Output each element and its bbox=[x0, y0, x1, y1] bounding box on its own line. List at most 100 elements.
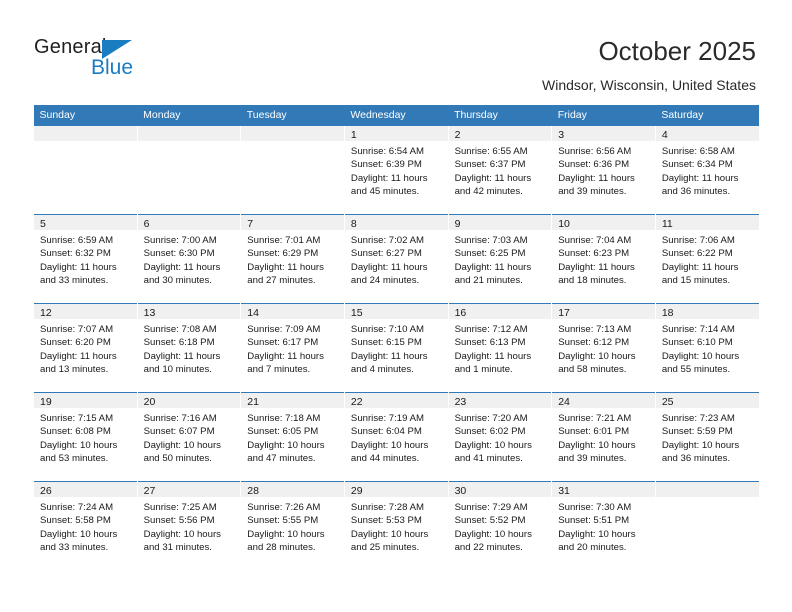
daylight-text: Daylight: 10 hours and 50 minutes. bbox=[143, 439, 221, 465]
sunrise-text: Sunrise: 7:04 AM bbox=[558, 235, 632, 246]
day-number: 24 bbox=[552, 393, 655, 408]
calendar-day-cell[interactable]: 7 Sunrise: 7:01 AM Sunset: 6:29 PM Daylight… bbox=[240, 214, 345, 304]
calendar-day-cell[interactable]: 25 Sunrise: 7:23 AM Sunset: 5:59 PM Dayligh… bbox=[654, 392, 759, 482]
calendar-day-cell[interactable]: 26 Sunrise: 7:24 AM Sunset: 5:58 PM Dayligh… bbox=[33, 481, 138, 571]
calendar-day-cell[interactable]: 14 Sunrise: 7:09 AM Sunset: 6:17 PM Dayligh… bbox=[240, 303, 345, 393]
calendar-day-cell[interactable]: 9 Sunrise: 7:03 AM Sunset: 6:25 PM Daylight… bbox=[447, 214, 552, 304]
sunrise-text: Sunrise: 7:09 AM bbox=[247, 324, 321, 335]
calendar-day-cell[interactable]: 23 Sunrise: 7:20 AM Sunset: 6:02 PM Dayligh… bbox=[447, 392, 552, 482]
day-details: Sunrise: 7:01 AM Sunset: 6:29 PM Daylight:… bbox=[241, 230, 344, 288]
day-number: 19 bbox=[34, 393, 137, 408]
calendar-day-cell[interactable]: 1 Sunrise: 6:54 AM Sunset: 6:39 PM Daylight… bbox=[343, 125, 449, 215]
daylight-text: Daylight: 11 hours and 39 minutes. bbox=[558, 172, 635, 198]
sunset-text: Sunset: 6:23 PM bbox=[558, 248, 630, 260]
page-title: October 2025 bbox=[598, 36, 756, 66]
day-number: 4 bbox=[655, 126, 759, 141]
day-number: 9 bbox=[448, 215, 552, 230]
daylight-text: Daylight: 11 hours and 21 minutes. bbox=[454, 261, 532, 287]
calendar-day-cell[interactable]: 13 Sunrise: 7:08 AM Sunset: 6:18 PM Dayligh… bbox=[136, 303, 241, 393]
calendar-day-cell[interactable]: 21 Sunrise: 7:18 AM Sunset: 6:05 PM Dayligh… bbox=[240, 392, 345, 482]
sunrise-sunset-calendar: Sunday Monday Tuesday Wednesday Thursday… bbox=[33, 105, 759, 571]
day-number: 28 bbox=[241, 482, 344, 497]
day-details: Sunrise: 7:06 AM Sunset: 6:22 PM Daylight:… bbox=[656, 230, 759, 288]
day-number: 12 bbox=[34, 304, 137, 319]
calendar-week-row: 12 Sunrise: 7:07 AM Sunset: 6:20 PM Dayligh… bbox=[33, 303, 759, 393]
daylight-text: Daylight: 11 hours and 18 minutes. bbox=[558, 261, 635, 287]
calendar-day-cell[interactable]: 17 Sunrise: 7:13 AM Sunset: 6:12 PM Dayligh… bbox=[551, 303, 656, 393]
day-details: Sunrise: 7:29 AM Sunset: 5:52 PM Daylight:… bbox=[449, 497, 552, 555]
calendar-day-cell[interactable]: 5 Sunrise: 6:59 AM Sunset: 6:32 PM Daylight… bbox=[33, 214, 138, 304]
day-details: Sunrise: 7:00 AM Sunset: 6:30 PM Daylight:… bbox=[138, 230, 241, 288]
calendar-day-cell[interactable]: 20 Sunrise: 7:16 AM Sunset: 6:07 PM Dayligh… bbox=[136, 392, 241, 482]
day-details: Sunrise: 7:02 AM Sunset: 6:27 PM Daylight:… bbox=[345, 230, 448, 288]
calendar-day-cell[interactable]: 6 Sunrise: 7:00 AM Sunset: 6:30 PM Daylight… bbox=[136, 214, 241, 304]
sunset-text: Sunset: 5:58 PM bbox=[40, 515, 111, 527]
daylight-text: Daylight: 10 hours and 55 minutes. bbox=[661, 350, 740, 376]
sunset-text: Sunset: 6:30 PM bbox=[143, 248, 215, 260]
weekday-header-wednesday: Wednesday bbox=[344, 105, 449, 126]
day-number: 27 bbox=[137, 482, 241, 497]
day-details: Sunrise: 7:03 AM Sunset: 6:25 PM Daylight:… bbox=[449, 230, 552, 288]
day-number: 20 bbox=[137, 393, 241, 408]
calendar-day-cell[interactable]: 28 Sunrise: 7:26 AM Sunset: 5:55 PM Dayligh… bbox=[240, 481, 345, 571]
day-number: 13 bbox=[137, 304, 241, 319]
daylight-text: Daylight: 11 hours and 13 minutes. bbox=[40, 350, 117, 376]
day-number: 29 bbox=[344, 482, 448, 497]
sunset-text: Sunset: 5:56 PM bbox=[143, 515, 215, 527]
day-details: Sunrise: 7:25 AM Sunset: 5:56 PM Daylight:… bbox=[138, 497, 241, 555]
daylight-text: Daylight: 11 hours and 42 minutes. bbox=[454, 172, 532, 198]
calendar-day-cell[interactable]: 15 Sunrise: 7:10 AM Sunset: 6:15 PM Dayligh… bbox=[343, 303, 449, 393]
calendar-day-cell[interactable]: 19 Sunrise: 7:15 AM Sunset: 6:08 PM Dayligh… bbox=[33, 392, 138, 482]
day-details: Sunrise: 7:14 AM Sunset: 6:10 PM Daylight:… bbox=[656, 319, 759, 377]
daylight-text: Daylight: 11 hours and 1 minute. bbox=[454, 350, 532, 376]
calendar-day-cell-empty bbox=[654, 481, 759, 571]
day-number: 31 bbox=[552, 482, 655, 497]
daylight-text: Daylight: 10 hours and 47 minutes. bbox=[247, 439, 325, 465]
sunrise-text: Sunrise: 6:54 AM bbox=[350, 146, 424, 157]
calendar-day-cell[interactable]: 11 Sunrise: 7:06 AM Sunset: 6:22 PM Dayligh… bbox=[654, 214, 759, 304]
calendar-day-cell[interactable]: 22 Sunrise: 7:19 AM Sunset: 6:04 PM Dayligh… bbox=[343, 392, 449, 482]
calendar-day-cell[interactable]: 16 Sunrise: 7:12 AM Sunset: 6:13 PM Dayligh… bbox=[447, 303, 552, 393]
day-number: 8 bbox=[344, 215, 448, 230]
day-details: Sunrise: 7:23 AM Sunset: 5:59 PM Daylight:… bbox=[656, 408, 759, 466]
sunset-text: Sunset: 6:39 PM bbox=[350, 159, 422, 171]
calendar-day-cell[interactable]: 4 Sunrise: 6:58 AM Sunset: 6:34 PM Daylight… bbox=[654, 125, 759, 215]
calendar-day-cell[interactable]: 18 Sunrise: 7:14 AM Sunset: 6:10 PM Dayligh… bbox=[654, 303, 759, 393]
calendar-day-cell[interactable]: 10 Sunrise: 7:04 AM Sunset: 6:23 PM Dayligh… bbox=[551, 214, 656, 304]
sunset-text: Sunset: 6:37 PM bbox=[454, 159, 526, 171]
day-details: Sunrise: 6:59 AM Sunset: 6:32 PM Daylight:… bbox=[34, 230, 137, 288]
calendar-day-cell[interactable]: 30 Sunrise: 7:29 AM Sunset: 5:52 PM Dayligh… bbox=[447, 481, 552, 571]
calendar-day-cell[interactable]: 31 Sunrise: 7:30 AM Sunset: 5:51 PM Dayligh… bbox=[551, 481, 656, 571]
weekday-header-monday: Monday bbox=[137, 105, 241, 126]
calendar-day-cell[interactable]: 3 Sunrise: 6:56 AM Sunset: 6:36 PM Daylight… bbox=[551, 125, 656, 215]
weekday-header-thursday: Thursday bbox=[448, 105, 552, 126]
sunset-text: Sunset: 5:52 PM bbox=[454, 515, 526, 527]
day-number: 2 bbox=[448, 126, 552, 141]
sunrise-text: Sunrise: 7:13 AM bbox=[558, 324, 632, 335]
sunset-text: Sunset: 6:13 PM bbox=[454, 337, 526, 349]
sunrise-text: Sunrise: 7:24 AM bbox=[40, 502, 114, 513]
sunset-text: Sunset: 5:55 PM bbox=[247, 515, 319, 527]
sunset-text: Sunset: 6:07 PM bbox=[143, 426, 215, 438]
calendar-day-cell[interactable]: 27 Sunrise: 7:25 AM Sunset: 5:56 PM Dayligh… bbox=[136, 481, 241, 571]
calendar-body: 1 Sunrise: 6:54 AM Sunset: 6:39 PM Daylight… bbox=[33, 125, 759, 571]
calendar-day-cell[interactable]: 2 Sunrise: 6:55 AM Sunset: 6:37 PM Daylight… bbox=[447, 125, 552, 215]
sunrise-text: Sunrise: 7:30 AM bbox=[558, 502, 632, 513]
calendar-week-row: 19 Sunrise: 7:15 AM Sunset: 6:08 PM Dayligh… bbox=[33, 392, 759, 482]
calendar-day-cell[interactable]: 29 Sunrise: 7:28 AM Sunset: 5:53 PM Dayligh… bbox=[343, 481, 449, 571]
sunset-text: Sunset: 6:27 PM bbox=[350, 248, 422, 260]
weekday-header-saturday: Saturday bbox=[655, 105, 759, 126]
calendar-day-cell[interactable]: 8 Sunrise: 7:02 AM Sunset: 6:27 PM Daylight… bbox=[343, 214, 449, 304]
page-subtitle-location: Windsor, Wisconsin, United States bbox=[542, 77, 756, 93]
sunrise-text: Sunrise: 7:16 AM bbox=[143, 413, 217, 424]
daylight-text: Daylight: 11 hours and 15 minutes. bbox=[661, 261, 739, 287]
calendar-day-cell[interactable]: 12 Sunrise: 7:07 AM Sunset: 6:20 PM Dayligh… bbox=[33, 303, 138, 393]
day-details: Sunrise: 7:08 AM Sunset: 6:18 PM Daylight:… bbox=[138, 319, 241, 377]
sunset-text: Sunset: 6:04 PM bbox=[350, 426, 422, 438]
calendar-day-cell[interactable]: 24 Sunrise: 7:21 AM Sunset: 6:01 PM Dayligh… bbox=[551, 392, 656, 482]
day-details: Sunrise: 6:55 AM Sunset: 6:37 PM Daylight:… bbox=[449, 141, 552, 199]
sunrise-text: Sunrise: 7:01 AM bbox=[247, 235, 321, 246]
sunrise-text: Sunrise: 7:19 AM bbox=[350, 413, 424, 424]
daylight-text: Daylight: 10 hours and 44 minutes. bbox=[350, 439, 429, 465]
day-number: 30 bbox=[448, 482, 552, 497]
